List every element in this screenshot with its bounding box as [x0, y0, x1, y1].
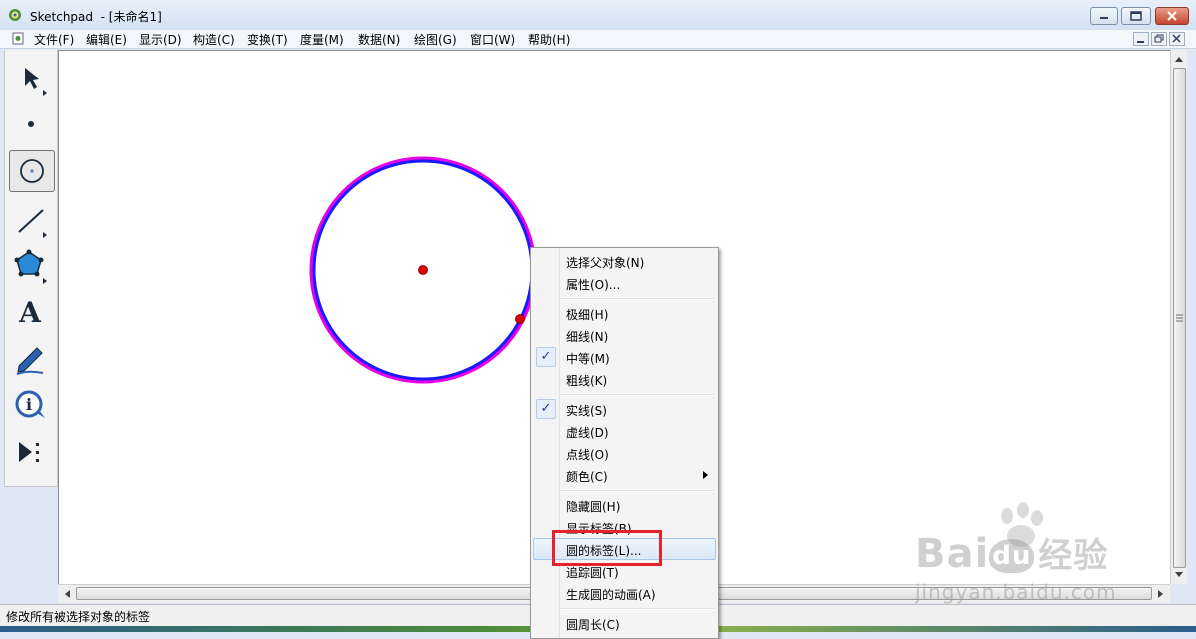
arrow-icon: [25, 68, 47, 96]
menu-help[interactable]: 帮助(H): [528, 31, 570, 48]
close-button[interactable]: [1155, 7, 1189, 25]
svg-text:A: A: [18, 296, 42, 329]
toolbox: A i: [4, 50, 58, 487]
menu-data[interactable]: 数据(N): [358, 31, 400, 48]
menu-item-line-thin[interactable]: 极细(H): [533, 302, 716, 324]
marker-pen-icon: [16, 347, 44, 375]
circle-icon: [20, 159, 44, 183]
close-icon: [1167, 11, 1177, 21]
mdi-restore-button[interactable]: [1151, 32, 1167, 46]
menu-item-line-medium[interactable]: ✓ 中等(M): [533, 346, 716, 368]
watermark-brand-du: du: [989, 539, 1035, 573]
menu-item-select-parents[interactable]: 选择父对象(N): [533, 250, 716, 272]
point-icon: [28, 121, 34, 127]
mdi-close-button[interactable]: [1169, 32, 1185, 46]
menu-item-dashed[interactable]: 虚线(D): [533, 420, 716, 442]
baidu-jingyan-watermark: Bai du 经验 jingyan.baidu.com: [915, 500, 1155, 610]
marker-tool[interactable]: [5, 336, 55, 382]
menu-construct[interactable]: 构造(C): [193, 31, 235, 48]
polygon-tool[interactable]: [5, 244, 55, 290]
restore-icon: [1154, 34, 1164, 43]
menu-item-solid[interactable]: ✓ 实线(S): [533, 398, 716, 420]
circle-radius-point[interactable]: [515, 314, 525, 324]
close-icon: [1172, 34, 1181, 43]
menu-display[interactable]: 显示(D): [139, 31, 182, 48]
watermark-brand-cn: 经验: [1038, 536, 1109, 576]
menu-graph[interactable]: 绘图(G): [414, 31, 457, 48]
polygon-icon: [14, 249, 47, 284]
text-a-icon: A: [18, 296, 42, 329]
menu-item-color[interactable]: 颜色(C): [533, 464, 716, 486]
mdi-minimize-button[interactable]: [1133, 32, 1149, 46]
menu-item-line-thick[interactable]: 粗线(K): [533, 368, 716, 390]
point-tool[interactable]: [5, 102, 55, 148]
menu-separator: [561, 298, 714, 300]
menu-edit[interactable]: 编辑(E): [86, 31, 127, 48]
highlight-annotation-box: [552, 530, 662, 566]
custom-tool[interactable]: [5, 430, 55, 476]
minimize-icon: [1137, 41, 1144, 43]
play-custom-icon: [19, 442, 39, 462]
circle-center-point[interactable]: [418, 265, 428, 275]
scroll-left-arrow-icon[interactable]: [60, 586, 76, 602]
checkmark-icon: ✓: [536, 399, 556, 419]
title-bar: Sketchpad - [未命名1]: [0, 0, 1196, 30]
menu-separator: [561, 608, 714, 610]
minimize-icon: [1100, 17, 1108, 19]
menu-item-properties[interactable]: 属性(O)...: [533, 272, 716, 294]
vertical-scrollbar[interactable]: [1170, 50, 1187, 584]
line-icon: [18, 209, 47, 238]
menu-item-circumference[interactable]: 圆周长(C): [533, 612, 716, 634]
maximize-icon: [1130, 11, 1142, 21]
menu-separator: [561, 394, 714, 396]
document-icon[interactable]: [12, 32, 24, 45]
menu-separator: [561, 490, 714, 492]
context-menu: 选择父对象(N) 属性(O)... 极细(H) 细线(N) ✓ 中等(M) 粗线…: [530, 247, 719, 639]
submenu-arrow-icon: [703, 471, 708, 479]
compass-tool[interactable]: [9, 150, 55, 192]
minimize-button[interactable]: [1090, 7, 1118, 25]
watermark-url: jingyan.baidu.com: [915, 580, 1117, 604]
sketchpad-app-icon: [9, 9, 21, 21]
window-title: Sketchpad - [未命名1]: [30, 10, 162, 24]
menu-item-animate-circle[interactable]: 生成圆的动画(A): [533, 582, 716, 604]
arrow-select-tool[interactable]: [5, 56, 55, 102]
watermark-brand: Bai: [915, 531, 990, 577]
info-icon: i: [15, 390, 45, 418]
information-tool[interactable]: i: [5, 382, 55, 428]
menu-item-line-normal[interactable]: 细线(N): [533, 324, 716, 346]
menu-measure[interactable]: 度量(M): [300, 31, 344, 48]
menu-window[interactable]: 窗口(W): [470, 31, 515, 48]
menu-file[interactable]: 文件(F): [34, 31, 74, 48]
menu-bar: 文件(F) 编辑(E) 显示(D) 构造(C) 变换(T) 度量(M) 数据(N…: [0, 30, 1196, 49]
status-text: 修改所有被选择对象的标签: [6, 610, 151, 624]
menu-item-hide-circle[interactable]: 隐藏圆(H): [533, 494, 716, 516]
scroll-down-arrow-icon[interactable]: [1171, 566, 1187, 582]
grip-icon: [1176, 314, 1183, 322]
straightedge-tool[interactable]: [5, 198, 55, 244]
scroll-up-arrow-icon[interactable]: [1171, 52, 1187, 68]
text-tool[interactable]: A: [5, 290, 55, 336]
svg-text:i: i: [26, 395, 32, 414]
checkmark-icon: ✓: [536, 347, 556, 367]
menu-item-dotted[interactable]: 点线(O): [533, 442, 716, 464]
vertical-scroll-thumb[interactable]: [1173, 68, 1186, 568]
maximize-button[interactable]: [1121, 7, 1151, 25]
menu-transform[interactable]: 变换(T): [247, 31, 288, 48]
